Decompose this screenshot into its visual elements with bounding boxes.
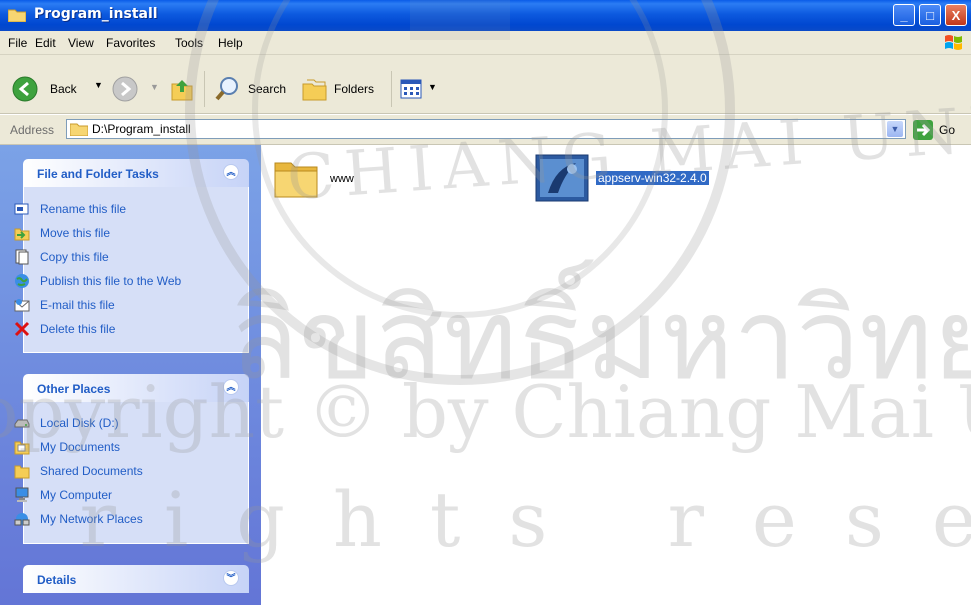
file-list: www appserv-win32-2.4.0 xyxy=(262,145,971,605)
copy-icon xyxy=(15,249,29,265)
folder-icon xyxy=(8,9,26,22)
computer-icon xyxy=(15,487,29,502)
place-my-documents[interactable]: My Documents xyxy=(14,438,121,456)
search-icon xyxy=(215,77,238,101)
task-email[interactable]: E-mail this file xyxy=(14,296,115,314)
go-arrow-icon xyxy=(913,120,933,140)
address-path: D:\Program_install xyxy=(92,122,191,136)
file-name: appserv-win32-2.4.0 xyxy=(596,171,709,185)
drive-icon xyxy=(14,419,30,428)
task-label: Delete this file xyxy=(40,322,116,336)
details-header[interactable]: Details ︾ xyxy=(23,565,249,593)
collapse-icon[interactable]: ︽ xyxy=(223,379,239,395)
task-publish[interactable]: Publish this file to the Web xyxy=(15,272,182,290)
place-label: My Network Places xyxy=(40,512,143,526)
menu-help[interactable]: Help xyxy=(218,36,243,50)
rename-icon xyxy=(14,203,29,215)
my-documents-icon xyxy=(14,441,30,455)
chevron-down-icon[interactable]: ▼ xyxy=(150,82,159,92)
place-network[interactable]: My Network Places xyxy=(14,510,143,528)
go-label: Go xyxy=(939,123,956,137)
file-item-selected[interactable]: appserv-win32-2.4.0 xyxy=(532,153,732,209)
go-button[interactable]: Go xyxy=(913,119,965,141)
task-pane: File and Folder Tasks ︽ Rename this file… xyxy=(0,145,261,605)
panel-title: File and Folder Tasks xyxy=(37,167,159,181)
address-field[interactable]: D:\Program_install ▼ xyxy=(66,119,906,139)
toolbar xyxy=(0,55,971,114)
file-folder-tasks-header[interactable]: File and Folder Tasks ︽ xyxy=(23,159,249,187)
address-label: Address xyxy=(10,123,55,137)
expand-icon[interactable]: ︾ xyxy=(223,570,239,586)
place-label: My Computer xyxy=(40,488,113,502)
panel-title: Details xyxy=(37,573,77,587)
toolbar-divider xyxy=(391,71,392,107)
views-button[interactable]: ▼ xyxy=(400,79,444,101)
globe-icon xyxy=(15,274,29,288)
title-bar[interactable]: Program_install _ □ X xyxy=(0,0,971,31)
menu-bar: File Edit View Favorites Tools Help xyxy=(0,31,971,55)
place-my-computer[interactable]: My Computer xyxy=(15,486,113,504)
minimize-button[interactable]: _ xyxy=(893,4,915,26)
menu-favorites[interactable]: Favorites xyxy=(106,36,155,50)
task-copy[interactable]: Copy this file xyxy=(15,248,109,266)
folders-button[interactable]: Folders xyxy=(302,76,382,104)
delete-icon xyxy=(14,321,30,337)
task-label: Rename this file xyxy=(40,202,127,216)
toolbar-divider xyxy=(204,71,205,107)
folders-icon xyxy=(302,79,327,101)
chevron-down-icon: ▼ xyxy=(428,82,437,92)
back-arrow-icon xyxy=(12,76,38,102)
search-button[interactable]: Search xyxy=(214,76,294,104)
place-label: My Documents xyxy=(40,440,121,454)
menu-tools[interactable]: Tools xyxy=(175,36,203,50)
shared-folder-icon xyxy=(14,465,30,479)
task-move[interactable]: Move this file xyxy=(14,224,111,242)
up-folder-icon[interactable] xyxy=(170,76,194,102)
place-label: Local Disk (D:) xyxy=(40,416,119,430)
panel-title: Other Places xyxy=(37,382,111,396)
place-shared-documents[interactable]: Shared Documents xyxy=(14,462,143,480)
back-button[interactable]: Back ▼ xyxy=(12,76,103,104)
other-places-header[interactable]: Other Places ︽ xyxy=(23,374,249,402)
task-rename[interactable]: Rename this file xyxy=(14,200,127,218)
views-icon xyxy=(400,79,422,99)
window-title: Program_install xyxy=(34,6,158,22)
menu-file[interactable]: File xyxy=(8,36,27,50)
windows-logo-icon xyxy=(945,35,962,50)
place-local-disk[interactable]: Local Disk (D:) xyxy=(14,414,119,432)
move-icon xyxy=(14,228,30,241)
menu-view[interactable]: View xyxy=(68,36,94,50)
task-delete[interactable]: Delete this file xyxy=(14,320,116,338)
task-label: E-mail this file xyxy=(40,298,115,312)
chevron-down-icon[interactable]: ▼ xyxy=(94,80,103,90)
installer-icon xyxy=(535,154,589,202)
menu-edit[interactable]: Edit xyxy=(35,36,56,50)
folders-label: Folders xyxy=(334,82,375,96)
task-label: Move this file xyxy=(40,226,111,240)
close-button[interactable]: X xyxy=(945,4,967,26)
maximize-button[interactable]: □ xyxy=(919,4,941,26)
folder-icon xyxy=(70,123,88,136)
email-icon xyxy=(14,299,30,312)
search-label: Search xyxy=(248,82,287,96)
folder-icon xyxy=(274,162,318,198)
back-label: Back xyxy=(50,82,77,96)
file-name: www xyxy=(330,173,354,185)
task-label: Publish this file to the Web xyxy=(40,274,182,288)
place-label: Shared Documents xyxy=(40,464,143,478)
file-item[interactable]: www xyxy=(272,153,382,209)
address-dropdown[interactable]: ▼ xyxy=(887,121,903,137)
forward-arrow-icon[interactable] xyxy=(112,76,138,102)
collapse-icon[interactable]: ︽ xyxy=(223,164,239,180)
network-icon xyxy=(14,513,30,526)
task-label: Copy this file xyxy=(40,250,109,264)
